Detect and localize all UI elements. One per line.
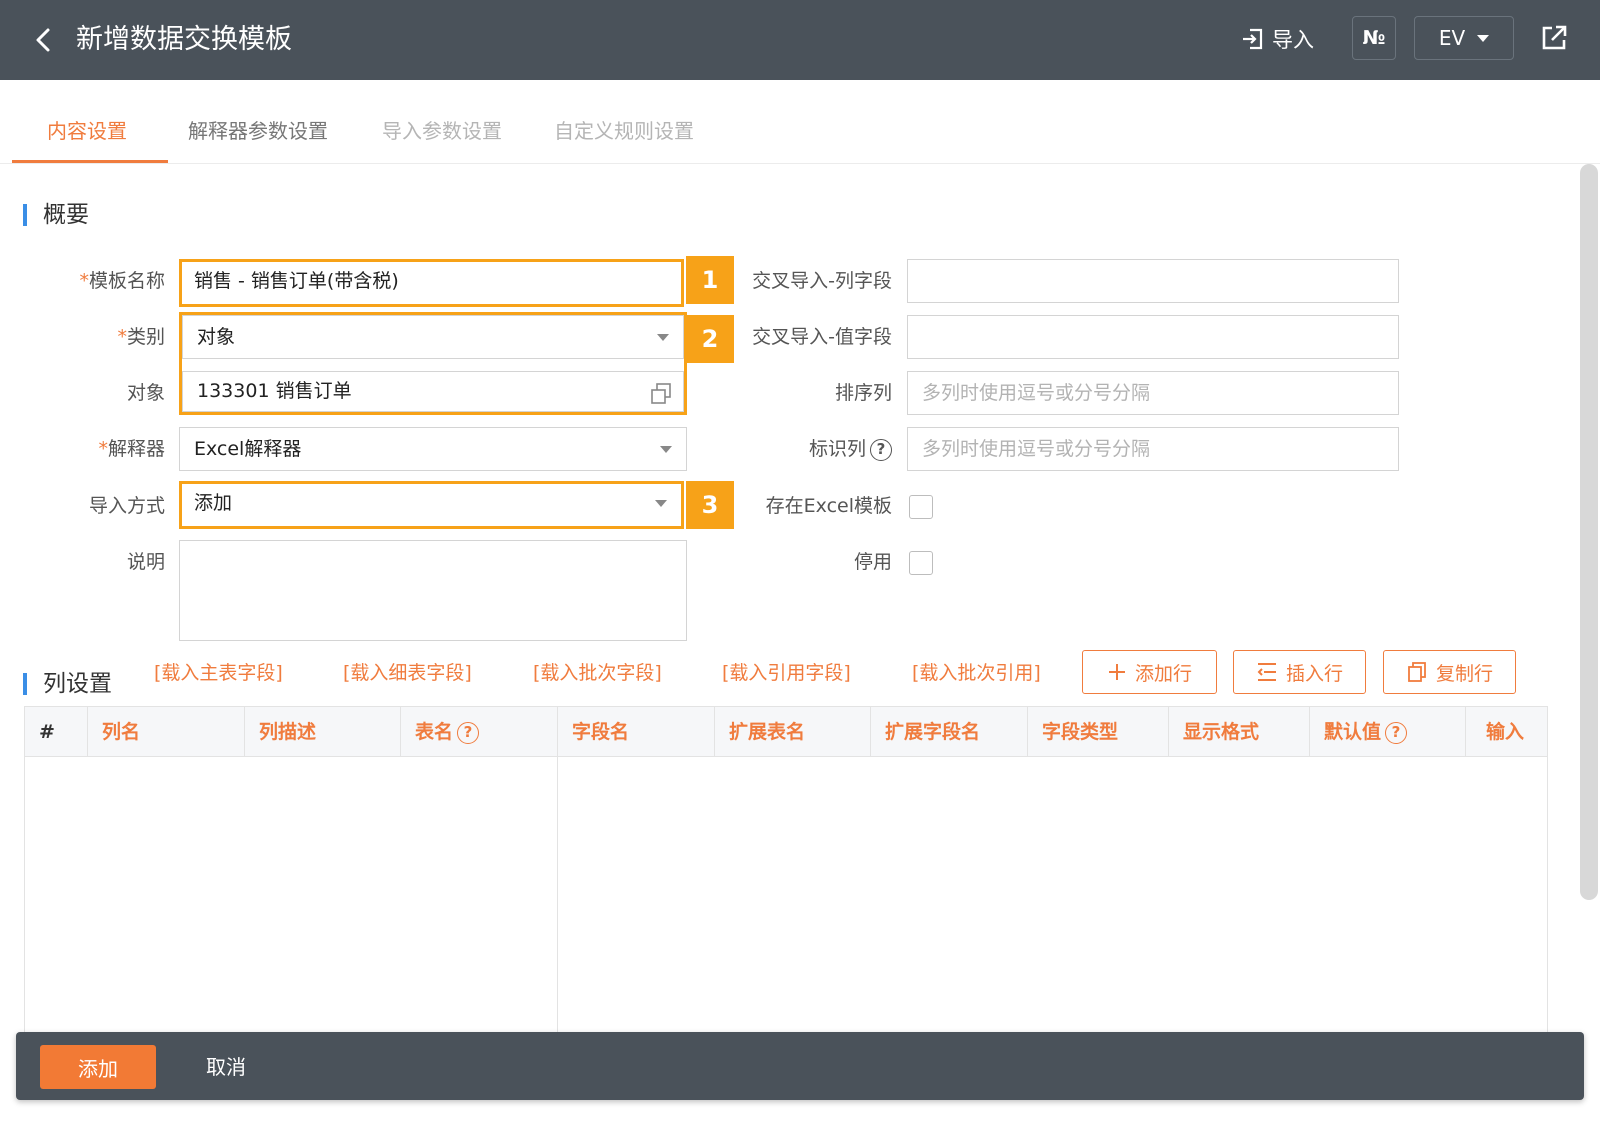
cross-val-label: 交叉导入-值字段 [752, 326, 892, 348]
caret-down-icon [660, 446, 672, 453]
copy-row-button[interactable]: 复制行 [1383, 650, 1516, 694]
tab-bar: 内容设置 解释器参数设置 导入参数设置 自定义规则设置 [0, 80, 1600, 164]
import-icon [1243, 28, 1263, 50]
th-field-name[interactable]: 字段名 [558, 707, 715, 757]
import-mode-select[interactable]: 添加 [179, 481, 684, 529]
object-label: 对象 [126, 382, 165, 404]
table-header: # 列名 列描述 表名? 字段名 扩展表名 扩展字段名 字段类型 显示格式 默认… [25, 707, 1548, 757]
disabled-label: 停用 [853, 551, 892, 573]
external-link-icon[interactable] [1538, 22, 1570, 54]
load-detail-fields-link[interactable]: [载入细表字段] [343, 658, 472, 688]
add-button[interactable]: 添加 [40, 1045, 156, 1089]
plus-icon [1108, 664, 1125, 680]
help-icon[interactable]: ? [1385, 721, 1408, 744]
object-input[interactable]: 133301 销售订单 [182, 371, 684, 412]
sort-col-input[interactable]: 多列时使用逗号或分号分隔 [907, 371, 1399, 415]
interpreter-select[interactable]: Excel解释器 [179, 427, 687, 471]
chevron-left-icon[interactable] [28, 24, 60, 56]
copy-icon[interactable] [649, 382, 673, 406]
caret-down-icon [655, 500, 667, 507]
frozen-column-divider [557, 757, 558, 1047]
category-label: *类别 [117, 326, 165, 348]
load-batch-ref-link[interactable]: [载入批次引用] [912, 658, 1041, 688]
badge-1: 1 [686, 256, 734, 304]
load-batch-fields-link[interactable]: [载入批次字段] [533, 658, 662, 688]
disabled-checkbox[interactable] [909, 551, 933, 575]
cancel-button[interactable]: 取消 [206, 1045, 246, 1089]
cross-col-input[interactable] [907, 259, 1399, 303]
th-column-desc[interactable]: 列描述 [245, 707, 401, 757]
import-label: 导入 [1272, 28, 1314, 52]
footer-bar: 添加 取消 [16, 1032, 1584, 1100]
tab-import-params[interactable]: 导入参数设置 [382, 116, 502, 146]
template-name-label: *模板名称 [79, 270, 165, 292]
insert-row-button[interactable]: 插入行 [1233, 650, 1366, 694]
language-dropdown[interactable]: EV [1414, 16, 1514, 60]
caret-down-icon [657, 334, 669, 341]
section-title-overview: 概要 [43, 202, 89, 228]
add-row-button[interactable]: 添加行 [1082, 650, 1217, 694]
th-field-type[interactable]: 字段类型 [1028, 707, 1169, 757]
section-title-columns: 列设置 [43, 671, 112, 697]
th-ext-table[interactable]: 扩展表名 [715, 707, 871, 757]
id-col-label: 标识列? [809, 427, 892, 471]
description-label: 说明 [126, 551, 165, 573]
app-header: 新增数据交换模板 导入 № EV [0, 0, 1600, 80]
import-mode-label: 导入方式 [88, 495, 165, 517]
vertical-scrollbar[interactable] [1580, 164, 1598, 900]
category-select[interactable]: 对象 [182, 315, 684, 359]
insert-row-icon [1257, 663, 1276, 681]
cross-col-label: 交叉导入-列字段 [752, 270, 892, 292]
th-column-name[interactable]: 列名 [88, 707, 245, 757]
th-display-format[interactable]: 显示格式 [1169, 707, 1310, 757]
section-bar [23, 673, 27, 695]
description-textarea[interactable] [179, 540, 687, 641]
has-excel-checkbox[interactable] [909, 495, 933, 519]
tab-interpreter-params[interactable]: 解释器参数设置 [188, 116, 328, 146]
th-default-value[interactable]: 默认值? [1310, 707, 1466, 757]
tab-content-settings[interactable]: 内容设置 [47, 116, 127, 146]
th-table-name[interactable]: 表名? [401, 707, 558, 757]
th-input[interactable]: 输入 [1466, 707, 1548, 757]
th-index: # [25, 707, 88, 757]
help-icon[interactable]: ? [870, 438, 892, 461]
badge-2: 2 [686, 315, 734, 363]
badge-3: 3 [686, 481, 734, 529]
columns-table: # 列名 列描述 表名? 字段名 扩展表名 扩展字段名 字段类型 显示格式 默认… [24, 706, 1548, 1047]
template-name-input[interactable]: 销售 - 销售订单(带含税) [179, 259, 684, 307]
number-label: № [1362, 27, 1386, 49]
copy-row-icon [1408, 662, 1426, 682]
import-button[interactable]: 导入 [1240, 20, 1314, 58]
id-col-input[interactable]: 多列时使用逗号或分号分隔 [907, 427, 1399, 471]
interpreter-label: *解释器 [98, 438, 165, 460]
number-button[interactable]: № [1352, 16, 1396, 60]
sort-col-label: 排序列 [834, 382, 892, 404]
caret-down-icon [1477, 34, 1490, 42]
th-ext-field[interactable]: 扩展字段名 [871, 707, 1028, 757]
load-main-fields-link[interactable]: [载入主表字段] [154, 658, 283, 688]
has-excel-label: 存在Excel模板 [765, 495, 892, 517]
language-label: EV [1438, 26, 1466, 50]
tab-custom-rules[interactable]: 自定义规则设置 [554, 116, 694, 146]
help-icon[interactable]: ? [457, 721, 480, 744]
page-title: 新增数据交换模板 [76, 24, 292, 55]
active-tab-indicator [12, 160, 168, 163]
section-bar [23, 204, 27, 226]
load-ref-fields-link[interactable]: [载入引用字段] [722, 658, 851, 688]
cross-val-input[interactable] [907, 315, 1399, 359]
